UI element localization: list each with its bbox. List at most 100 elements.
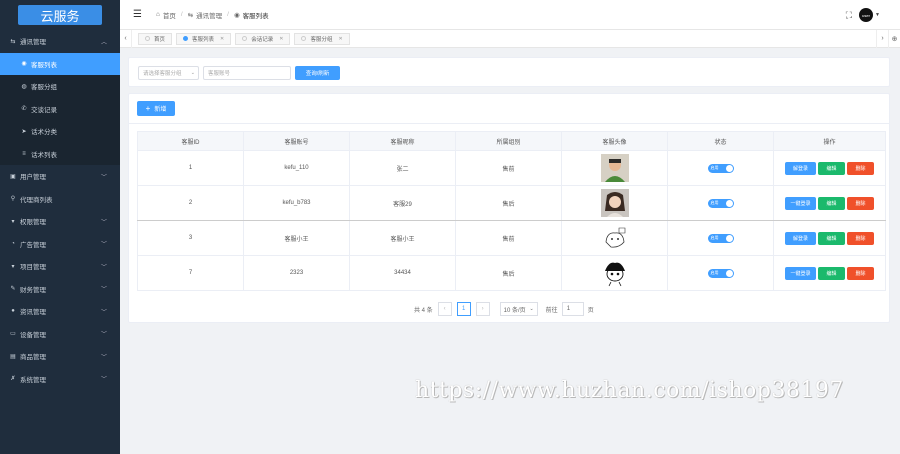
tab-chat-records[interactable]: 会话记录 ✕ — [235, 32, 291, 45]
edit-button[interactable]: 编辑 — [818, 196, 845, 210]
sidebar: 云服务 ⇆ 通讯管理 ︿ ◉ 客服列表 ◍ 客服分组 ✆ 交谈记录 ➤ 话术分类… — [0, 0, 120, 454]
sidebar-group-chat[interactable]: ⇆ 通讯管理 ︿ — [0, 30, 120, 53]
one-click-login-button[interactable]: 一键登录 — [785, 266, 816, 280]
avatar[interactable]: user — [859, 8, 874, 22]
chevron-down-icon: ﹀ — [100, 174, 107, 181]
send-icon: ➤ — [21, 128, 27, 135]
status-toggle[interactable]: 启用 — [707, 198, 734, 208]
status-toggle[interactable]: 启用 — [707, 268, 734, 278]
delete-button[interactable]: 删除 — [847, 161, 874, 175]
caret-down-icon[interactable]: ▼ — [875, 12, 880, 18]
sidebar-group-label: 用户管理 — [20, 174, 46, 182]
cell-status: 启用 — [667, 150, 774, 186]
sidebar-item-script-category[interactable]: ➤ 话术分类 — [0, 120, 120, 143]
logo[interactable]: 云服务 — [0, 0, 120, 30]
group-select[interactable]: 请选择客服分组 ⌄ — [138, 66, 199, 80]
sidebar-item-kefu-group[interactable]: ◍ 客服分组 — [0, 75, 120, 98]
table-row: 1 kefu_110 张二 售前 启用 解登录 编辑 删除 — [137, 150, 886, 186]
sidebar-group-finance[interactable]: ✎ 财务管理 ﹀ — [0, 278, 120, 301]
tabs-scroll-right-icon[interactable]: › — [876, 29, 888, 48]
edit-button[interactable]: 编辑 — [818, 266, 845, 280]
phone-icon: ✆ — [21, 106, 27, 113]
breadcrumb-separator: / — [180, 11, 183, 18]
avatar-image[interactable] — [600, 189, 629, 217]
one-click-login-button[interactable]: 一键登录 — [785, 196, 816, 210]
breadcrumb-current: 客服列表 — [242, 12, 269, 20]
sidebar-group-projects[interactable]: ▾ 项目管理 ﹀ — [0, 255, 120, 278]
sidebar-group-users[interactable]: ▣ 用户管理 ﹀ — [0, 165, 120, 188]
sidebar-item-chat-records[interactable]: ✆ 交谈记录 — [0, 97, 120, 120]
add-button-label: 新增 — [154, 107, 167, 113]
next-page-icon[interactable]: › — [475, 302, 490, 316]
cell-avatar — [561, 220, 668, 256]
login-button[interactable]: 解登录 — [785, 161, 816, 175]
sidebar-group-system[interactable]: ✗ 系统管理 ﹀ — [0, 368, 120, 391]
table-row: 3 客服小王 客服小王 售前 启用 解登录 编辑 删除 — [137, 220, 886, 256]
avatar-image[interactable] — [600, 154, 629, 182]
breadcrumb-item[interactable]: 首页 — [163, 10, 176, 20]
sidebar-item-kefu-list[interactable]: ◉ 客服列表 — [0, 52, 120, 75]
chevron-down-icon: ﹀ — [100, 287, 107, 294]
chevron-down-icon: ﹀ — [100, 242, 107, 249]
header-actions: ⛶ user ▼ — [846, 8, 880, 22]
avatar-image[interactable] — [600, 259, 629, 287]
sidebar-group-ads[interactable]: ◔ 广告管理 ﹀ — [0, 233, 120, 256]
status-toggle[interactable]: 启用 — [707, 163, 734, 173]
cell-nickname: 客服29 — [349, 185, 456, 221]
page-size-select[interactable]: 10 条/页 ⌄ — [499, 302, 538, 316]
prev-page-icon[interactable]: ‹ — [437, 302, 452, 316]
sidebar-item-script-list[interactable]: ≡ 话术列表 — [0, 142, 120, 165]
login-button[interactable]: 解登录 — [785, 231, 816, 245]
user-icon: ◉ — [233, 11, 240, 19]
cell-actions: 解登录 编辑 删除 — [773, 150, 886, 186]
page-size-value: 10 条/页 — [503, 307, 526, 314]
wrench-icon: ✗ — [10, 376, 16, 383]
kefu-table: 客服ID 客服账号 客服昵称 所属组别 客服头像 状态 操作 1 kefu_11… — [137, 131, 886, 291]
status-toggle[interactable]: 启用 — [707, 233, 734, 243]
query-button[interactable]: 查询/刷新 — [295, 66, 340, 80]
delete-button[interactable]: 删除 — [847, 196, 874, 210]
sidebar-item-label: 话术列表 — [31, 151, 57, 159]
goto-page-input[interactable]: 1 — [561, 302, 584, 316]
chevron-down-icon: ⌄ — [529, 306, 534, 312]
edit-button[interactable]: 编辑 — [818, 161, 845, 175]
home-icon: ⌂ — [155, 11, 160, 18]
close-icon[interactable]: ✕ — [220, 36, 224, 42]
avatar-image[interactable] — [600, 224, 629, 252]
tabs-scroll-left-icon[interactable]: ‹ — [120, 29, 132, 48]
account-input[interactable]: 客服账号 — [203, 66, 291, 80]
add-button[interactable]: + 新增 — [137, 101, 175, 116]
cell-nickname: 客服小王 — [349, 220, 456, 256]
page-number[interactable]: 1 — [456, 302, 471, 316]
sidebar-item-label: 客服分组 — [31, 84, 57, 92]
project-icon: ▾ — [11, 263, 15, 270]
delete-button[interactable]: 删除 — [847, 266, 874, 280]
column-header: 所属组别 — [455, 131, 562, 151]
tab-label: 客服列表 — [192, 36, 215, 43]
close-icon[interactable]: ✕ — [338, 36, 342, 42]
table-row: 2 kefu_b783 客服29 售后 启用 一键登录 编辑 删除 — [137, 185, 886, 221]
tab-home[interactable]: 首页 — [138, 32, 173, 45]
sidebar-group-news[interactable]: ● 资讯管理 ﹀ — [0, 300, 120, 323]
sidebar-group-label: 广告管理 — [20, 241, 46, 249]
cell-avatar — [561, 255, 668, 291]
table-card: + 新增 客服ID 客服账号 客服昵称 所属组别 客服头像 状态 操作 1 ke… — [128, 93, 890, 323]
close-icon[interactable]: ✕ — [279, 36, 283, 42]
tabs-settings-icon[interactable]: ⊕ — [888, 29, 900, 48]
breadcrumb-item[interactable]: 通讯管理 — [196, 10, 222, 20]
fullscreen-icon[interactable]: ⛶ — [846, 10, 852, 21]
chevron-down-icon: ﹀ — [100, 332, 107, 339]
hamburger-icon[interactable]: ☰ — [133, 9, 142, 20]
sidebar-group-agents[interactable]: ⚲ 代理商列表 — [0, 188, 120, 211]
sidebar-group-permissions[interactable]: ▾ 权限管理 ﹀ — [0, 210, 120, 233]
tab-kefu-group[interactable]: 客服分组 ✕ — [294, 32, 350, 45]
delete-button[interactable]: 删除 — [847, 231, 874, 245]
cell-account: kefu_110 — [243, 150, 350, 186]
tab-dot-icon — [183, 36, 189, 41]
cell-id: 7 — [137, 255, 244, 291]
sidebar-group-goods[interactable]: ▤ 商品管理 ﹀ — [0, 345, 120, 368]
tab-kefu-list[interactable]: 客服列表 ✕ — [176, 32, 232, 45]
top-header: ☰ ⌂ 首页 / ⇆ 通讯管理 / ◉ 客服列表 ⛶ user ▼ — [120, 0, 900, 30]
sidebar-group-devices[interactable]: ▭ 设备管理 ﹀ — [0, 323, 120, 346]
edit-button[interactable]: 编辑 — [818, 231, 845, 245]
